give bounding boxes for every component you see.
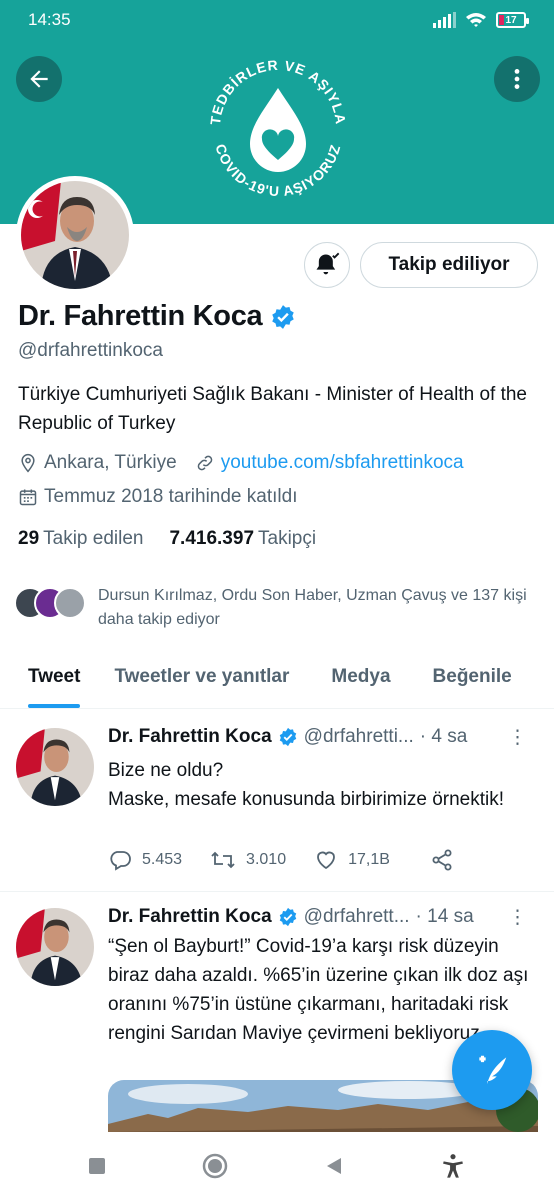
accessibility-icon[interactable] xyxy=(439,1152,467,1180)
profile-joined-date: Temmuz 2018 tarihinde katıldı xyxy=(44,486,298,507)
tweet-header: Dr. Fahrettin Koca @drfahretti... · 4 sa… xyxy=(108,726,538,748)
following-label: Takip edilen xyxy=(43,528,144,549)
known-followers-text: Dursun Kırılmaz, Ordu Son Haber, Uzman Ç… xyxy=(98,587,527,628)
battery-level: 17 xyxy=(505,14,517,26)
battery-icon: 17 xyxy=(496,12,529,28)
followers-count: 7.416.397 xyxy=(169,528,255,549)
tab-tweets[interactable]: Tweet xyxy=(28,652,81,708)
known-followers-avatars xyxy=(14,584,88,622)
location-pin-icon xyxy=(21,453,35,473)
status-bar: 14:35 17 xyxy=(0,0,554,40)
tweet-text: Bize ne oldu? Maske, mesafe konusunda bi… xyxy=(108,756,538,814)
reply-count: 5.453 xyxy=(142,851,183,868)
more-options-button[interactable] xyxy=(494,56,540,102)
feather-plus-icon xyxy=(479,1055,507,1085)
share-button[interactable] xyxy=(430,848,454,872)
tweet-author-name: Dr. Fahrettin Koca xyxy=(108,726,272,747)
verified-badge-icon xyxy=(279,907,296,927)
retweet-count: 3.010 xyxy=(246,851,287,868)
calendar-icon xyxy=(19,489,37,506)
known-followers[interactable]: Dursun Kırılmaz, Ordu Son Haber, Uzman Ç… xyxy=(14,584,538,632)
verified-badge-icon xyxy=(272,304,295,329)
following-count: 29 xyxy=(18,528,40,549)
tweet-time: · 14 sa xyxy=(415,906,474,927)
following-link[interactable]: 29 Takip edilen xyxy=(18,528,143,550)
profile-website-link[interactable]: youtube.com/sbfahrettinkoca xyxy=(221,452,464,474)
profile-joined-row: Temmuz 2018 tarihinde katıldı xyxy=(18,486,297,508)
profile-name: Dr. Fahrettin Koca xyxy=(18,300,263,332)
tweet-author-handle: @drfahretti... xyxy=(303,726,414,747)
profile-name-row: Dr. Fahrettin Koca xyxy=(18,300,296,333)
back-triangle-icon[interactable] xyxy=(323,1155,345,1177)
tweet-avatar-photo xyxy=(16,728,94,806)
tab-tweets-and-replies[interactable]: Tweetler ve yanıtlar xyxy=(114,652,289,708)
tweet-text: “Şen ol Bayburt!” Covid-19’a karşı risk … xyxy=(108,936,529,1044)
tweet-header: Dr. Fahrettin Koca @drfahrett... · 14 sa… xyxy=(108,906,538,928)
profile-tabs: Tweet Tweetler ve yanıtlar Medya Beğenil… xyxy=(0,652,554,709)
tweet-more-icon[interactable]: ⋮ xyxy=(508,726,527,749)
back-button[interactable] xyxy=(16,56,62,102)
tweet-actions: 5.453 3.010 17,1B xyxy=(108,848,482,872)
profile-handle: @drfahrettinkoca xyxy=(18,340,163,361)
tweet-author-name: Dr. Fahrettin Koca xyxy=(108,906,272,927)
share-icon xyxy=(432,849,452,871)
tweet-avatar[interactable] xyxy=(16,728,94,806)
profile-photo xyxy=(21,181,129,289)
retweet-icon xyxy=(211,851,235,869)
profile-location: Ankara, Türkiye xyxy=(44,452,177,473)
tweet-avatar-photo xyxy=(16,908,94,986)
profile-avatar[interactable] xyxy=(16,176,134,294)
like-count: 17,1B xyxy=(348,851,390,868)
signal-icon xyxy=(433,12,456,28)
bell-check-icon xyxy=(316,252,340,275)
tab-likes[interactable]: Beğenile xyxy=(433,652,512,708)
profile-bio: Türkiye Cumhuriyeti Sağlık Bakanı - Mini… xyxy=(18,384,527,434)
like-button[interactable]: 17,1B xyxy=(314,848,390,872)
status-time: 14:35 xyxy=(28,10,71,29)
tweet-author-handle: @drfahrett... xyxy=(303,906,410,927)
tweet-text-line: Bize ne oldu? xyxy=(108,760,224,781)
arrow-left-icon xyxy=(30,70,48,88)
tweet-item[interactable]: Dr. Fahrettin Koca @drfahretti... · 4 sa… xyxy=(0,712,554,892)
reply-icon xyxy=(110,851,131,871)
wifi-icon xyxy=(466,13,486,27)
tab-media[interactable]: Medya xyxy=(331,652,390,708)
retweet-button[interactable]: 3.010 xyxy=(210,848,286,872)
profile-meta-row: Ankara, Türkiye youtube.com/sbfahrettink… xyxy=(18,452,464,474)
notifications-button[interactable] xyxy=(304,242,350,288)
follow-counts: 29 Takip edilen 7.416.397 Takipçi xyxy=(18,528,316,550)
tweet-time: · 4 sa xyxy=(419,726,468,747)
vertical-dots-icon xyxy=(514,69,520,89)
reply-button[interactable]: 5.453 xyxy=(108,848,182,872)
tweet-avatar[interactable] xyxy=(16,908,94,986)
verified-badge-icon xyxy=(279,727,296,747)
tweet-more-icon[interactable]: ⋮ xyxy=(508,906,527,929)
link-icon xyxy=(197,455,212,471)
following-button[interactable]: Takip ediliyor xyxy=(360,242,538,288)
heart-icon xyxy=(317,851,335,870)
android-navigation-bar xyxy=(0,1132,554,1200)
followers-link[interactable]: 7.416.397 Takipçi xyxy=(169,528,316,550)
home-icon[interactable] xyxy=(201,1152,229,1180)
compose-tweet-button[interactable] xyxy=(452,1030,532,1110)
status-icons: 17 xyxy=(433,12,529,28)
followers-label: Takipçi xyxy=(258,528,317,549)
recent-apps-icon[interactable] xyxy=(87,1156,107,1176)
tweet-text-line: Maske, mesafe konusunda birbirimize örne… xyxy=(108,789,505,810)
follower-avatar xyxy=(54,587,86,619)
